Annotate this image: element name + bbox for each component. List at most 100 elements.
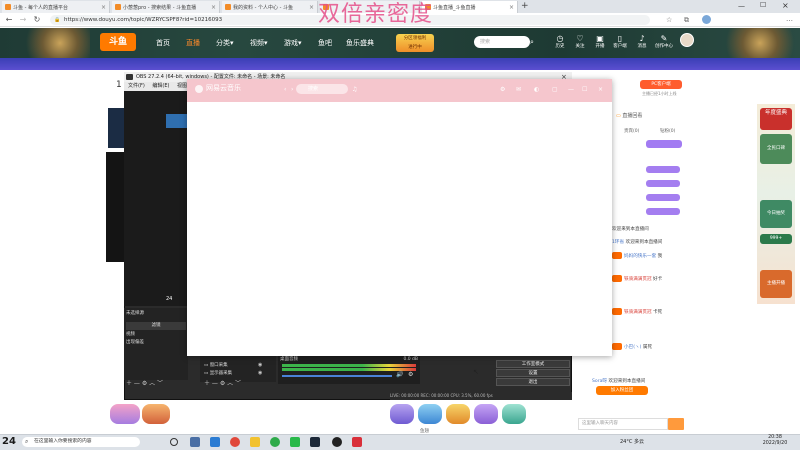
speaker-icon[interactable]: 🔊 bbox=[396, 371, 403, 378]
minimize-icon[interactable]: — bbox=[568, 86, 574, 93]
close-icon[interactable]: × bbox=[509, 4, 514, 11]
mail-icon[interactable]: ✉ bbox=[516, 86, 521, 93]
browser-tab-1[interactable]: 斗鱼 - 每个人的直播平台 × bbox=[2, 1, 110, 13]
reload-icon[interactable]: ↻ bbox=[32, 15, 42, 25]
browser-tab-2[interactable]: 小葱葱pro - 搜索结果 - 斗鱼直播 × bbox=[112, 1, 220, 13]
window-close-icon[interactable]: × bbox=[782, 1, 789, 10]
side-ad-praise[interactable]: 全民口碑 bbox=[760, 134, 792, 164]
weather-widget[interactable]: 24°C 多云 bbox=[620, 438, 644, 445]
gear-icon[interactable]: ⚙ bbox=[408, 371, 413, 378]
user-avatar[interactable] bbox=[680, 33, 694, 47]
obs-mixer-db: 0.0 dB bbox=[403, 357, 418, 362]
edge-icon[interactable] bbox=[210, 437, 220, 447]
more-menu-icon[interactable]: … bbox=[786, 15, 793, 23]
nav-home[interactable]: 首页 bbox=[156, 38, 170, 48]
nav-category[interactable]: 分类▾ bbox=[216, 38, 234, 48]
start-icon[interactable]: 24 bbox=[2, 436, 16, 448]
browser-icon[interactable] bbox=[270, 437, 280, 447]
clock[interactable]: 20:38 2022/9/20 bbox=[752, 435, 798, 447]
messages-button[interactable]: ♪ 消息 bbox=[630, 34, 654, 49]
obs-source-toolbar[interactable]: ＋ — ⚙ ︿ ﹀ bbox=[204, 380, 274, 388]
back-to-live-link[interactable]: ▭ 直播回看 bbox=[616, 112, 642, 119]
site-search-input[interactable]: 搜索 bbox=[474, 36, 530, 48]
promo-banner[interactable]: 分区领福利 进行中 bbox=[396, 34, 434, 52]
back-icon[interactable]: ‹ bbox=[284, 86, 286, 93]
collections-icon[interactable]: ⧉ bbox=[684, 16, 689, 25]
site-logo[interactable]: 斗鱼 bbox=[100, 33, 136, 51]
close-icon[interactable]: × bbox=[309, 4, 314, 11]
gift-icon[interactable] bbox=[390, 404, 414, 424]
gift-icon[interactable] bbox=[418, 404, 442, 424]
chat-user[interactable]: 铁骑满满贯冠 bbox=[624, 277, 652, 282]
tab-diamond-fans[interactable]: 钻粉(0) bbox=[660, 128, 675, 134]
mini-mode-icon[interactable]: ▢ bbox=[552, 86, 558, 93]
nav-live[interactable]: 直播 bbox=[186, 38, 200, 48]
files-icon[interactable] bbox=[190, 437, 200, 447]
obs-exit-button[interactable]: 退出 bbox=[496, 378, 570, 386]
forward-icon[interactable]: › bbox=[291, 86, 293, 93]
task-view-icon[interactable] bbox=[170, 438, 178, 446]
favorites-icon[interactable]: ☆ bbox=[666, 16, 672, 24]
creator-center-button[interactable]: ✎ 创作中心 bbox=[652, 34, 676, 49]
maximize-icon[interactable]: ☐ bbox=[760, 1, 766, 9]
nav-games[interactable]: 游戏▾ bbox=[284, 38, 302, 48]
side-ad-lottery[interactable]: 今日抽奖 bbox=[760, 200, 792, 228]
taskbar-search[interactable]: 在这里输入你要搜索的内容 bbox=[22, 437, 140, 447]
client-button[interactable]: ▯ 客户端 bbox=[608, 34, 632, 49]
wechat-icon[interactable] bbox=[290, 437, 300, 447]
obs-studio-mode-button[interactable]: 工作室模式 bbox=[496, 360, 570, 368]
browser-tab-5[interactable]: 斗鱼直播_斗鱼直播 × bbox=[422, 1, 518, 13]
profile-avatar[interactable] bbox=[702, 15, 711, 24]
folder-icon[interactable] bbox=[250, 437, 260, 447]
gift-icon[interactable] bbox=[142, 404, 170, 424]
eye-icon[interactable]: ◉ bbox=[258, 362, 262, 368]
skin-icon[interactable]: ◐ bbox=[534, 86, 539, 93]
microphone-icon[interactable]: ♫ bbox=[352, 86, 357, 93]
obs-menu-file[interactable]: 文件(F) bbox=[128, 83, 145, 89]
new-tab-button[interactable]: + bbox=[521, 1, 529, 12]
obs-icon[interactable] bbox=[332, 437, 342, 447]
search-icon[interactable]: ⌕ bbox=[530, 36, 544, 48]
gift-icon[interactable] bbox=[446, 404, 470, 424]
chat-user[interactable]: 小巴(ヽ( bbox=[624, 345, 641, 350]
chat-user[interactable]: 妈妈的快乐一套 bbox=[624, 254, 656, 259]
eye-icon[interactable]: ◉ bbox=[258, 370, 262, 376]
gift-icon[interactable] bbox=[474, 404, 498, 424]
obs-volume-slider[interactable] bbox=[282, 375, 392, 377]
forward-icon[interactable]: → bbox=[18, 15, 28, 25]
steam-icon[interactable] bbox=[310, 437, 320, 447]
obs-menu-edit[interactable]: 编辑(E) bbox=[152, 83, 169, 89]
chat-input[interactable]: 这里输入聊天内容 bbox=[578, 418, 668, 430]
minimize-icon[interactable]: — bbox=[738, 2, 745, 10]
send-chat-button[interactable] bbox=[668, 418, 684, 430]
close-icon[interactable]: × bbox=[101, 4, 106, 11]
lock-icon[interactable]: 🔒 bbox=[54, 17, 60, 23]
music-search-input[interactable]: 搜索 bbox=[296, 84, 348, 94]
obs-settings-button[interactable]: 设置 bbox=[496, 369, 570, 377]
join-fan-club-button[interactable]: 加入粉丝团 bbox=[596, 386, 648, 395]
side-ad-count[interactable]: 999+ bbox=[760, 234, 792, 244]
tab-vip[interactable]: 贵宾(0) bbox=[624, 128, 639, 134]
nav-festival[interactable]: 鱼乐盛典 bbox=[346, 38, 374, 48]
obs-scene-item[interactable]: 出现偏差 bbox=[126, 339, 186, 347]
chat-user[interactable]: 1环省 bbox=[612, 240, 624, 245]
nav-fishbar[interactable]: 鱼吧 bbox=[318, 38, 332, 48]
side-ad-live[interactable]: 主播开播 bbox=[760, 270, 792, 298]
close-icon[interactable]: × bbox=[211, 4, 216, 11]
gift-icon[interactable] bbox=[110, 404, 140, 424]
gift-icon[interactable] bbox=[502, 404, 526, 424]
netease-music-icon[interactable] bbox=[352, 437, 362, 447]
maximize-icon[interactable]: ☐ bbox=[582, 86, 587, 93]
browser-tab-3[interactable]: 我的资料 - 个人中心 - 斗鱼 × bbox=[222, 1, 318, 13]
obs-scene-toolbar[interactable]: ＋ — ⚙ ︿ ﹀ bbox=[126, 380, 186, 388]
obs-scene-item[interactable]: 视频 bbox=[126, 331, 186, 339]
back-icon[interactable]: ← bbox=[4, 15, 14, 25]
chat-user[interactable]: 铁骑满满贯冠 bbox=[624, 310, 652, 315]
nav-video[interactable]: 视频▾ bbox=[250, 38, 268, 48]
chat-user[interactable]: Sora呀 bbox=[592, 379, 607, 384]
gear-icon[interactable]: ⚙ bbox=[500, 86, 505, 93]
chrome-icon[interactable] bbox=[230, 437, 240, 447]
side-ad-festival[interactable]: 年度盛典 bbox=[760, 108, 792, 130]
close-icon[interactable]: × bbox=[598, 86, 603, 93]
pc-client-button[interactable]: PC客户端 bbox=[640, 80, 682, 89]
